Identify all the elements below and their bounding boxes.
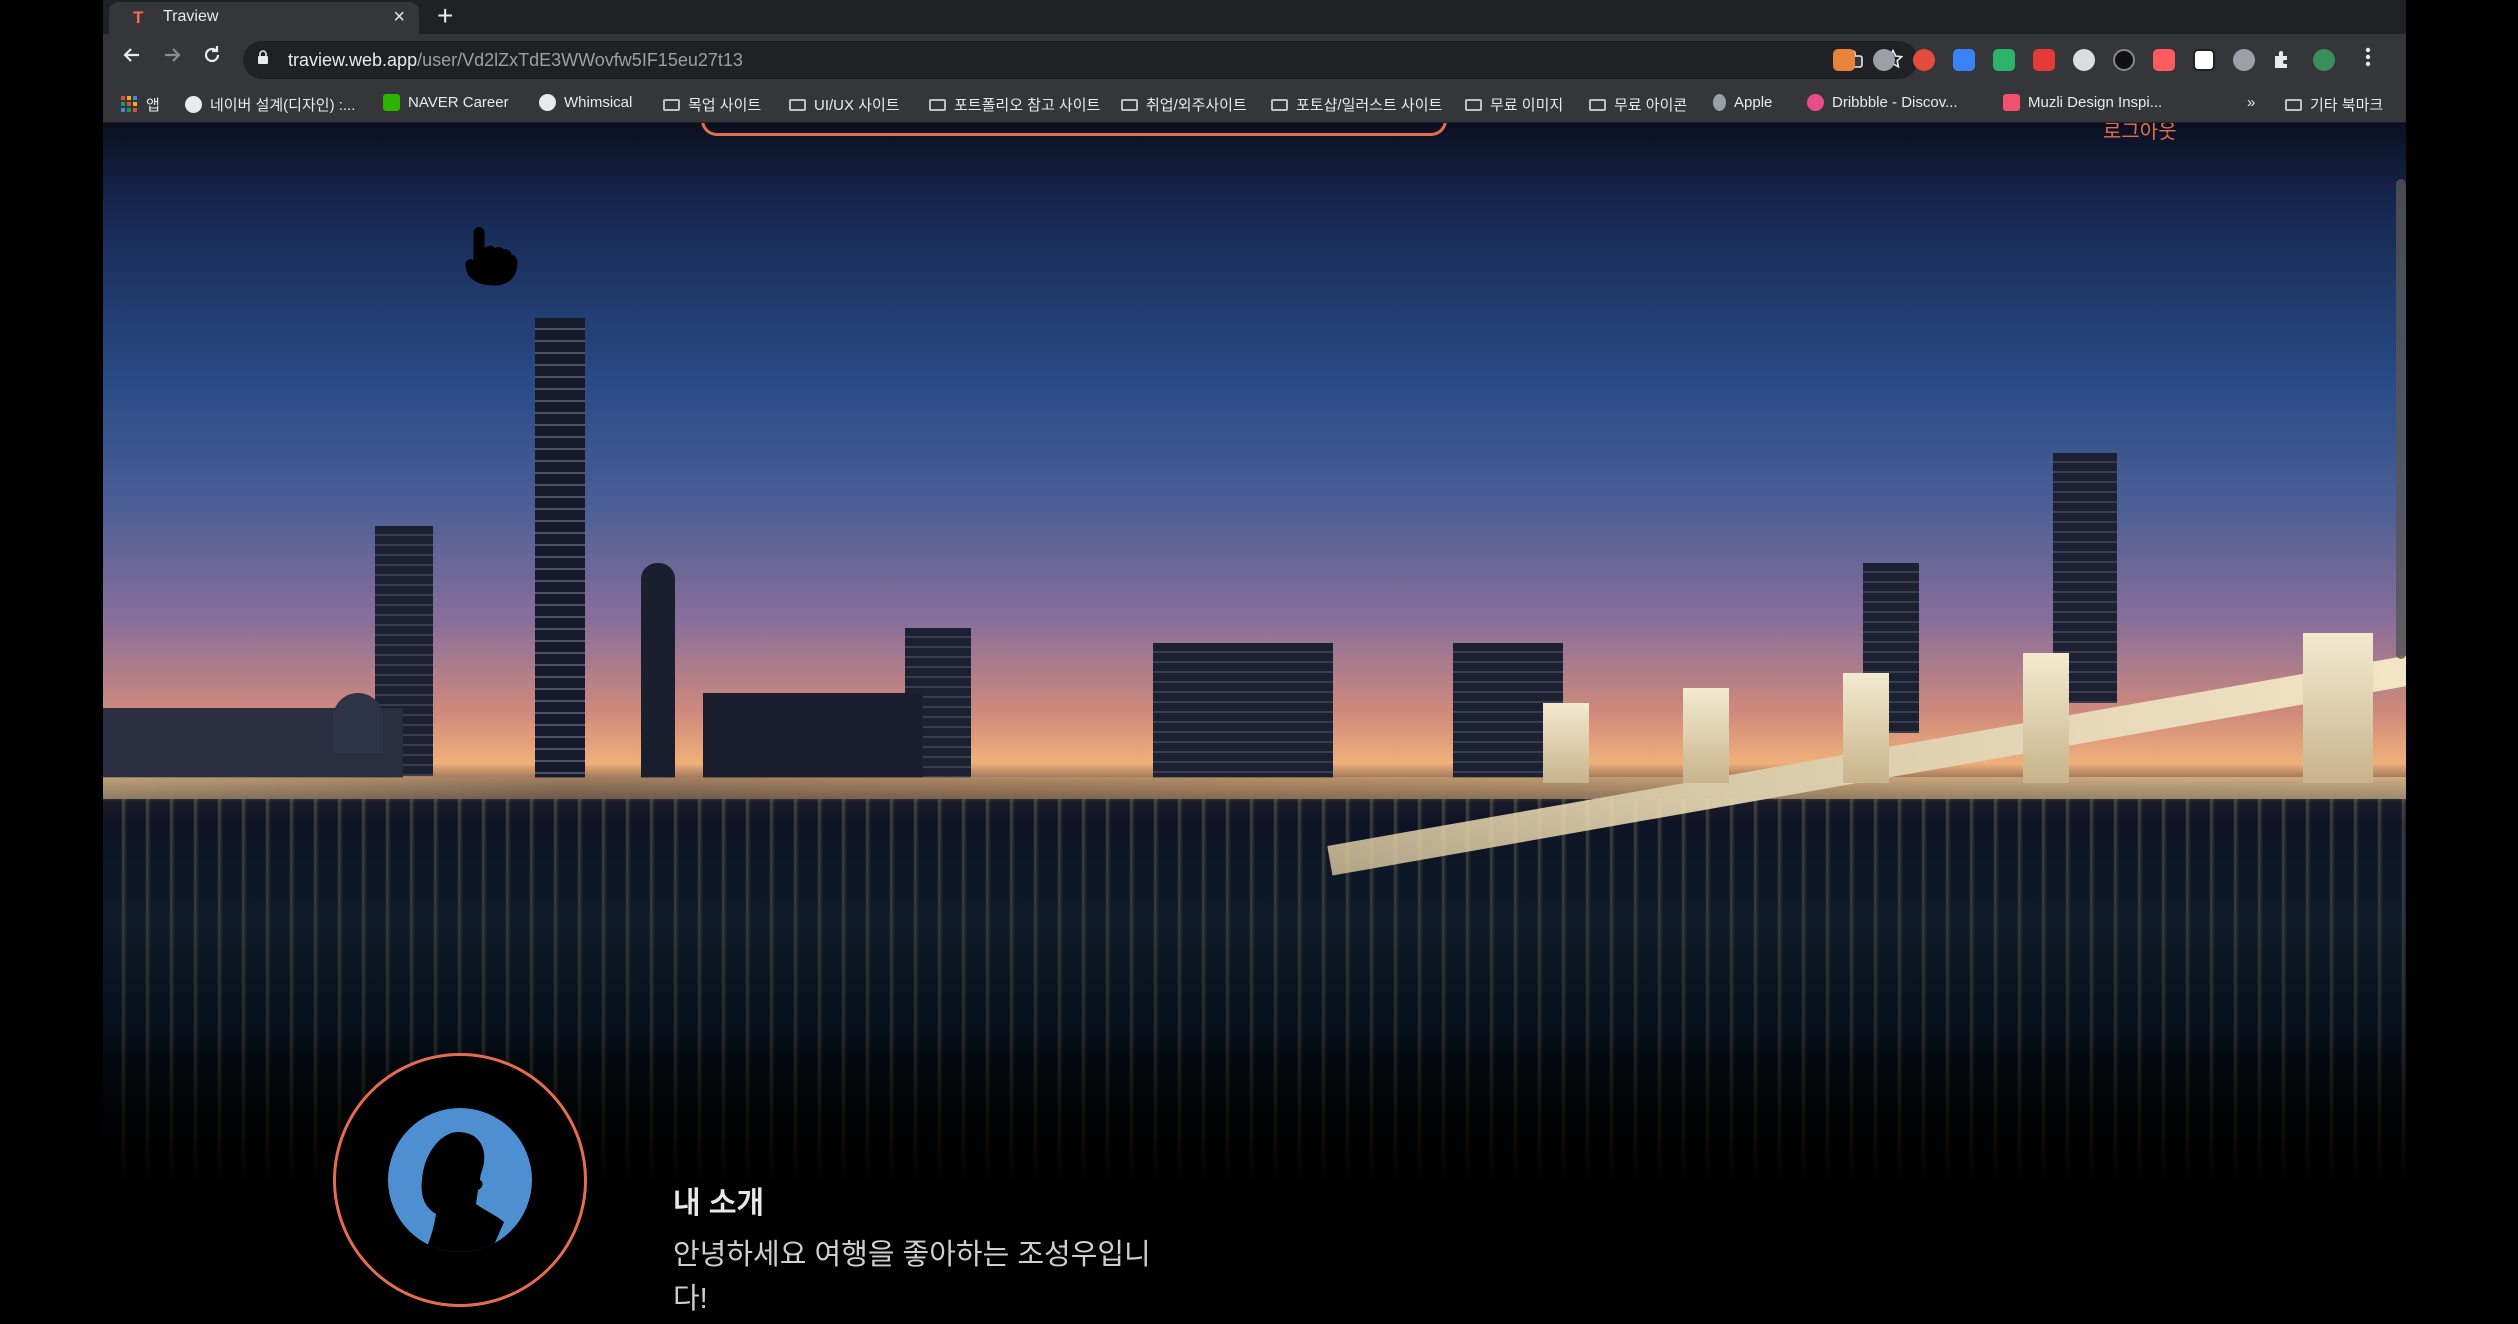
url-text: traview.web.app/user/Vd2lZxTdE3WWovfw5IF… xyxy=(288,50,743,71)
bookmark-folder[interactable]: 포트폴리오 참고 사이트 xyxy=(929,94,1100,115)
bookmark-label: UI/UX 사이트 xyxy=(814,97,900,114)
extension-icon[interactable] xyxy=(2073,49,2095,71)
person-silhouette-icon xyxy=(421,1132,504,1252)
folder-icon xyxy=(929,98,946,111)
extension-icon[interactable] xyxy=(1833,49,1855,71)
reload-icon xyxy=(204,46,220,63)
extension-icon[interactable] xyxy=(1993,49,2015,71)
dribbble-icon xyxy=(1807,94,1824,111)
bookmark-folder[interactable]: 포토샵/일러스트 사이트 xyxy=(1271,94,1442,115)
puzzle-extensions-icon[interactable] xyxy=(2271,48,2293,76)
muzli-icon xyxy=(2003,94,2020,111)
extension-icon[interactable] xyxy=(2153,49,2175,71)
lock-icon xyxy=(258,50,268,64)
folder-icon xyxy=(1465,98,1482,111)
bookmark-label: 포트폴리오 참고 사이트 xyxy=(954,97,1101,114)
bookmark-label: 목업 사이트 xyxy=(688,97,762,114)
bookmark-item[interactable]: Dribbble - Discov... xyxy=(1807,94,1958,111)
tab-traview[interactable]: T Traview × xyxy=(109,2,419,34)
avatar xyxy=(388,1108,532,1252)
logout-link[interactable]: 로그아웃 xyxy=(2103,123,2177,144)
bookmark-label: Whimsical xyxy=(564,94,633,111)
url-host: traview.web.app xyxy=(288,50,418,70)
bookmark-apps[interactable]: 앱 xyxy=(121,94,160,115)
browser-window: T Traview × + traview.web.app/user/Vd2lZ… xyxy=(103,0,2406,1324)
bookmark-label: Dribbble - Discov... xyxy=(1832,94,1958,111)
folder-icon xyxy=(663,98,680,111)
folder-icon xyxy=(2285,98,2302,111)
globe-icon xyxy=(539,94,556,111)
forward-arrow-icon xyxy=(165,48,181,62)
notion-icon[interactable] xyxy=(2193,49,2215,71)
bookmark-label: 무료 이미지 xyxy=(1490,97,1564,114)
bookmarks-overflow-button[interactable]: » xyxy=(2247,94,2255,111)
new-tab-button[interactable]: + xyxy=(437,1,453,31)
browser-toolbar: traview.web.app/user/Vd2lZxTdE3WWovfw5IF… xyxy=(103,34,2406,86)
bookmark-folder[interactable]: UI/UX 사이트 xyxy=(789,94,900,115)
folder-icon xyxy=(789,98,806,111)
bookmark-item[interactable]: Muzli Design Inspi... xyxy=(2003,94,2162,111)
tab-strip: T Traview × + xyxy=(103,0,2406,34)
globe-icon xyxy=(185,96,202,113)
page-scrollbar[interactable] xyxy=(2396,179,2406,659)
extension-icon[interactable] xyxy=(1913,49,1935,71)
traview-favicon-icon: T xyxy=(133,8,144,27)
bookmark-folder[interactable]: 취업/외주사이트 xyxy=(1121,94,1247,115)
bookmark-label: Muzli Design Inspi... xyxy=(2028,94,2163,111)
bookmark-label: 기타 북마크 xyxy=(2310,97,2384,114)
extension-icon[interactable] xyxy=(1873,49,1895,71)
forward-button[interactable] xyxy=(157,44,187,74)
bookmark-label: 포토샵/일러스트 사이트 xyxy=(1296,97,1443,114)
bookmark-label: 앱 xyxy=(146,97,160,114)
bookmark-label: 무료 아이콘 xyxy=(1614,97,1688,114)
extension-icon[interactable] xyxy=(1953,49,1975,71)
extension-icon[interactable] xyxy=(2233,49,2255,71)
page-content: 로그아웃 내 소개 안녕하세요 여행을 좋아하는 조성우입니다! xyxy=(103,123,2406,1324)
hand-cursor-icon xyxy=(465,227,518,286)
intro-heading: 내 소개 xyxy=(673,1187,765,1220)
folder-icon xyxy=(1271,98,1288,111)
bookmark-item[interactable]: Apple xyxy=(1713,94,1772,111)
bookmark-label: 취업/외주사이트 xyxy=(1146,97,1247,114)
extension-icon[interactable] xyxy=(2113,49,2135,71)
bookmark-folder[interactable]: 목업 사이트 xyxy=(663,94,761,115)
tab-title: Traview xyxy=(163,8,219,25)
folder-icon xyxy=(1589,98,1606,111)
naver-icon xyxy=(383,94,400,111)
bookmark-item[interactable]: 네이버 설계(디자인) :... xyxy=(185,94,355,115)
bookmark-folder[interactable]: 무료 아이콘 xyxy=(1589,94,1687,115)
search-bar-remnant[interactable] xyxy=(701,123,1447,136)
folder-icon xyxy=(1121,98,1138,111)
intro-text: 안녕하세요 여행을 좋아하는 조성우입니다! xyxy=(673,1239,1151,1315)
url-path: /user/Vd2lZxTdE3WWovfw5IF15eu27t13 xyxy=(417,50,743,70)
other-bookmarks-folder[interactable]: 기타 북마크 xyxy=(2285,94,2383,115)
back-arrow-icon xyxy=(123,48,139,62)
apps-grid-icon xyxy=(121,96,137,112)
kebab-menu-icon[interactable] xyxy=(2365,46,2371,74)
bookmark-label: 네이버 설계(디자인) :... xyxy=(210,97,356,114)
back-button[interactable] xyxy=(117,44,147,74)
bookmark-item[interactable]: NAVER Career xyxy=(383,94,509,111)
bookmark-item[interactable]: Whimsical xyxy=(539,94,632,111)
tab-close-icon[interactable]: × xyxy=(393,6,405,28)
extension-icon[interactable] xyxy=(2033,49,2055,71)
bookmarks-bar: 앱 네이버 설계(디자인) :... NAVER Career Whimsica… xyxy=(103,86,2406,123)
reload-button[interactable] xyxy=(197,44,227,74)
bookmark-folder[interactable]: 무료 이미지 xyxy=(1465,94,1563,115)
apple-icon xyxy=(1713,94,1726,111)
bookmark-label: Apple xyxy=(1734,94,1773,111)
bookmark-label: NAVER Career xyxy=(408,94,509,111)
profile-avatar[interactable] xyxy=(2313,49,2335,71)
profile-avatar-frame[interactable] xyxy=(333,1053,587,1307)
address-bar[interactable]: traview.web.app/user/Vd2lZxTdE3WWovfw5IF… xyxy=(243,41,1918,79)
